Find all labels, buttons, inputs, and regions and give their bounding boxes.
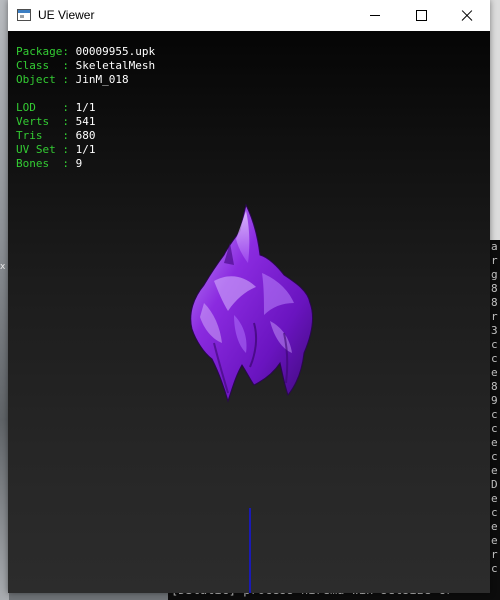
ue-viewer-window: UE Viewer Package: 00009955.upk Class : … <box>8 0 490 593</box>
console-line: 8 <box>491 282 498 295</box>
console-line: 8 <box>491 296 498 309</box>
console-line: r <box>491 254 498 267</box>
console-line: c <box>491 352 498 365</box>
window-title: UE Viewer <box>38 8 95 22</box>
console-line: r <box>491 548 498 561</box>
minimize-icon <box>370 15 380 16</box>
info-row-object: Object : JinM_018 <box>16 73 129 86</box>
info-row-package: Package: 00009955.upk <box>16 45 156 58</box>
console-line: g <box>491 268 498 281</box>
z-axis-line <box>249 508 251 593</box>
console-line: 8 <box>491 380 498 393</box>
app-window-icon <box>17 9 31 21</box>
close-button[interactable] <box>444 0 490 31</box>
console-line: e <box>491 492 498 505</box>
console-line: e <box>491 520 498 533</box>
console-line: e <box>491 464 498 477</box>
minimize-button[interactable] <box>352 0 398 31</box>
info-row-verts: Verts : 541 <box>16 115 96 128</box>
title-bar[interactable]: UE Viewer <box>8 0 490 31</box>
console-line: c <box>491 506 498 519</box>
console-line: c <box>491 408 498 421</box>
console-line: c <box>491 562 498 575</box>
info-row-bones: Bones : 9 <box>16 157 83 170</box>
console-line: 9 <box>491 394 498 407</box>
close-icon <box>461 10 473 22</box>
purple-hair-mesh-icon <box>190 203 313 403</box>
console-line: c <box>491 338 498 351</box>
console-line: a <box>491 240 498 253</box>
console-line: r <box>491 310 498 323</box>
console-line: e <box>491 436 498 449</box>
info-row-tris: Tris : 680 <box>16 129 96 142</box>
mesh-info-panel: Package: 00009955.upk Class : SkeletalMe… <box>16 45 155 171</box>
background-console-window: arg88r3cce89cceceDeceerc <box>490 240 500 580</box>
console-line: D <box>491 478 498 491</box>
console-line: 3 <box>491 324 498 337</box>
maximize-button[interactable] <box>398 0 444 31</box>
console-line: c <box>491 450 498 463</box>
maximize-icon <box>415 10 427 21</box>
desktop-left-marker: x <box>0 262 6 272</box>
info-row-lod: LOD : 1/1 <box>16 101 96 114</box>
3d-viewport[interactable]: Package: 00009955.upk Class : SkeletalMe… <box>8 31 490 593</box>
info-row-uv-set: UV Set : 1/1 <box>16 143 96 156</box>
console-line: c <box>491 422 498 435</box>
console-line: e <box>491 366 498 379</box>
console-line: e <box>491 534 498 547</box>
info-row-class: Class : SkeletalMesh <box>16 59 156 72</box>
